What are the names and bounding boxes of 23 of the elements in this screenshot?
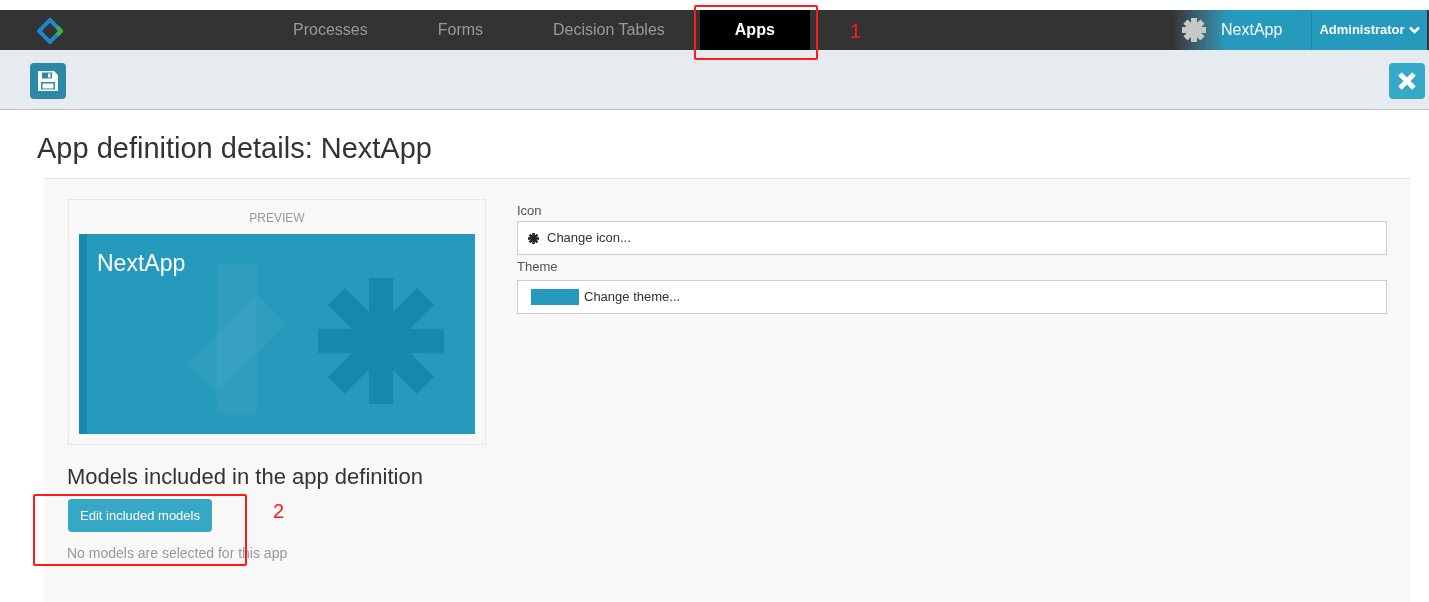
nav-tab[interactable]: Processes [258,10,403,50]
asterisk-icon [528,232,539,244]
page-title: App definition details: NextApp [37,131,433,166]
close-icon [1396,70,1418,92]
close-button[interactable] [1389,63,1425,99]
logo-icon[interactable] [37,18,63,44]
annotation-number: 2 [273,499,285,524]
nav-tab[interactable]: Decision Tables [518,10,700,50]
save-button[interactable] [30,63,66,99]
app-name: NextApp [1221,20,1283,40]
change-icon-field[interactable]: Change icon... [517,221,1387,255]
annotation-number: 1 [850,19,862,44]
app-name: NextApp [97,249,186,278]
section-heading: Models included in the app definition [67,463,423,491]
chevron-down-icon [1408,26,1420,34]
nav-tab[interactable]: Forms [402,10,519,50]
field-label: Icon [517,202,543,220]
user-menu[interactable]: Administrator [1311,10,1427,50]
change-theme-field[interactable]: Change theme... [517,280,1387,314]
field-label: Theme [517,258,559,276]
nav-tab[interactable]: Apps [699,10,810,50]
preview-heading: PREVIEW [248,210,306,225]
edit-models-button[interactable]: Edit included models [68,499,212,532]
